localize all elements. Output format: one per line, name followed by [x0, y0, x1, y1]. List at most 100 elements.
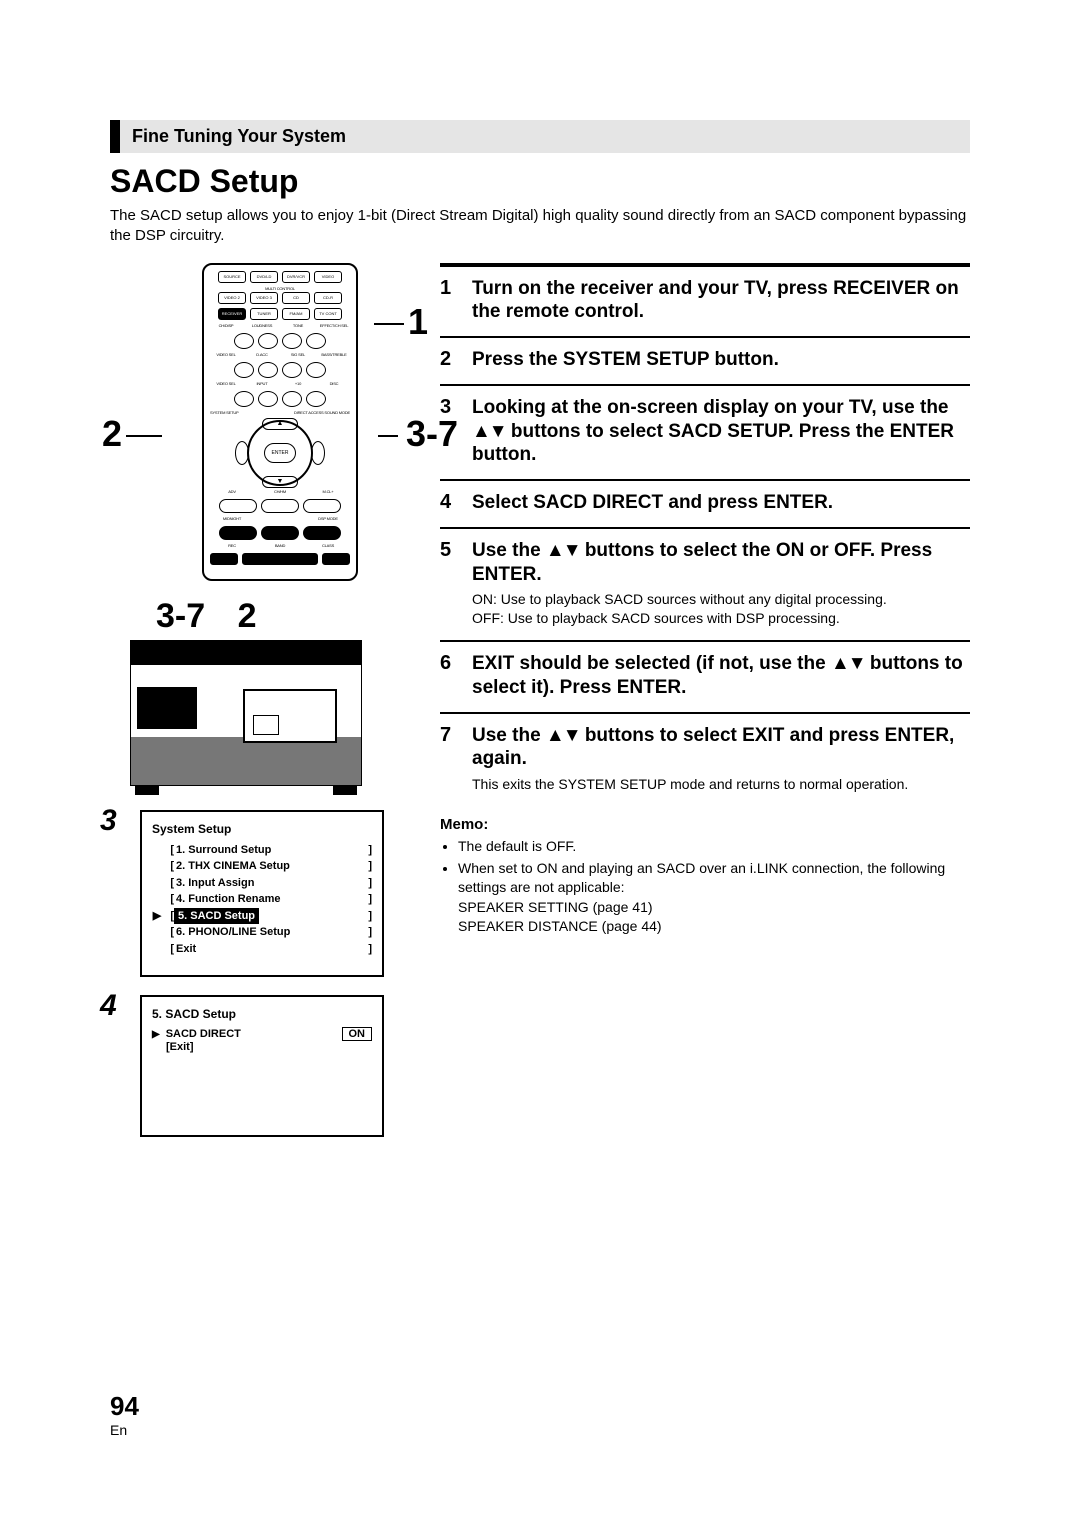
remote-round-button — [258, 391, 278, 407]
remote-sound-mode-button — [311, 441, 325, 465]
step-title: EXIT should be selected (if not, use the… — [472, 652, 970, 700]
remote-key: DVR/VCR — [282, 271, 310, 283]
osd-menu-item: ▶[5. SACD Setup] — [152, 908, 372, 925]
step-title: Select SACD DIRECT and press ENTER. — [472, 491, 970, 515]
remote-round-button — [258, 362, 278, 378]
remote-key: SOURCE — [218, 271, 246, 283]
remote-key: FM/AM — [282, 308, 310, 320]
remote-label: VIDEO SEL — [210, 353, 242, 357]
osd-title: System Setup — [152, 822, 372, 836]
remote-receiver-key: RECEIVER — [218, 308, 246, 320]
remote-label: CH/DISP — [210, 324, 242, 328]
unit-diagram: 3-7 2 — [110, 597, 410, 786]
remote-round-button — [234, 333, 254, 349]
remote-transport-button — [210, 553, 238, 565]
osd-sacd-setup: 4 5. SACD Setup ▶ SACD DIRECT ON [Exit] — [110, 995, 410, 1137]
remote-label: BAND — [258, 544, 302, 548]
remote-label: DIRECT ACCESS SOUND MODE — [282, 411, 350, 415]
step-number: 1 — [440, 277, 456, 325]
remote-down-button: ▼ — [262, 476, 298, 488]
unit-callout-3-7: 3-7 — [156, 597, 205, 635]
step-title: Use the ▲▼ buttons to select EXIT and pr… — [472, 724, 970, 772]
remote-round-button — [258, 333, 278, 349]
remote-key: CD-R — [314, 292, 342, 304]
step-number: 2 — [440, 348, 456, 372]
remote-transport-button — [242, 553, 318, 565]
remote-label: SIG SEL — [282, 353, 314, 357]
step: 4 Select SACD DIRECT and press ENTER. — [440, 479, 970, 527]
remote-round-button — [234, 362, 254, 378]
unit-callout-2: 2 — [238, 597, 257, 635]
remote-key: VIDEO 2 — [218, 292, 246, 304]
remote-label: INPUT — [246, 382, 278, 386]
memo-item: The default is OFF. — [458, 837, 970, 857]
callout-1: 1 — [408, 301, 428, 343]
step: 7 Use the ▲▼ buttons to select EXIT and p… — [440, 712, 970, 806]
memo-item: When set to ON and playing an SACD over … — [458, 859, 970, 937]
remote-round-button — [306, 362, 326, 378]
step-desc: ON: Use to playback SACD sources without… — [472, 590, 970, 628]
memo-list: The default is OFF.When set to ON and pl… — [440, 837, 970, 937]
osd-menu-item: [4. Function Rename] — [152, 891, 372, 908]
remote-oval-button — [303, 526, 341, 540]
step-desc: This exits the SYSTEM SETUP mode and ret… — [472, 775, 970, 794]
remote-round-button — [282, 391, 302, 407]
memo-heading: Memo: — [440, 816, 970, 833]
remote-label: BASS/TREBLE — [318, 353, 350, 357]
step: 1 Turn on the receiver and your TV, press… — [440, 265, 970, 337]
remote-up-button: ▲ — [262, 418, 298, 430]
remote-label: ADV — [210, 490, 254, 494]
intro-text: The SACD setup allows you to enjoy 1-bit… — [110, 206, 970, 247]
remote-transport-button — [322, 553, 350, 565]
step: 3Looking at the on-screen display on you… — [440, 384, 970, 479]
remote-label: +10 — [282, 382, 314, 386]
step: 6 EXIT should be selected (if not, use th… — [440, 640, 970, 712]
remote-enter-button: ENTER — [264, 443, 296, 463]
osd-step-number: 3 — [100, 804, 117, 838]
remote-label: CH/HM — [258, 490, 302, 494]
step: 5 Use the ▲▼ buttons to select the ON or … — [440, 527, 970, 640]
step-number: 5 — [440, 539, 456, 628]
remote-label: SYSTEM SETUP — [210, 411, 278, 415]
remote-label: M.CL+ — [306, 490, 350, 494]
remote-label: CLASS — [306, 544, 350, 548]
step-title: Looking at the on-screen display on your… — [472, 396, 970, 467]
unit-knob — [137, 687, 197, 729]
osd-title: 5. SACD Setup — [152, 1007, 372, 1021]
osd-menu-item: [3. Input Assign] — [152, 875, 372, 892]
step: 2Press the SYSTEM SETUP button. — [440, 336, 970, 384]
osd-menu-item: [1. Surround Setup] — [152, 842, 372, 859]
remote-label: MULTI CONTROL — [210, 287, 350, 291]
step-title: Use the ▲▼ buttons to select the ON or O… — [472, 539, 970, 587]
step-title: Turn on the receiver and your TV, press … — [472, 277, 970, 325]
osd-exit: [Exit] — [166, 1041, 372, 1053]
callout-2: 2 — [102, 413, 122, 455]
remote-label: DSP MODE — [306, 517, 350, 521]
remote-nav-pad: ▲ ▼ ENTER — [237, 420, 323, 486]
remote-oval-button — [261, 526, 299, 540]
breadcrumb: Fine Tuning Your System — [110, 120, 970, 153]
remote-label: D.ACC — [246, 353, 278, 357]
remote-oval-button — [303, 499, 341, 513]
remote-label: VIDEO SEL — [210, 382, 242, 386]
step-number: 7 — [440, 724, 456, 794]
remote-label: TONE — [282, 324, 314, 328]
step-number: 4 — [440, 491, 456, 515]
osd-cursor-icon: ▶ — [152, 1029, 160, 1040]
remote-key: CD — [282, 292, 310, 304]
remote-label: LOUDNESS — [246, 324, 278, 328]
remote-label: MIDNIGHT — [210, 517, 254, 521]
remote-label: REC — [210, 544, 254, 548]
osd-system-setup: 3 System Setup [1. Surround Setup][2. TH… — [110, 810, 410, 978]
remote-round-button — [306, 391, 326, 407]
step-number: 6 — [440, 652, 456, 700]
osd-row-label: SACD DIRECT — [166, 1028, 241, 1040]
remote-key: VIDEO 3 — [250, 292, 278, 304]
remote-key: DVD/LD — [250, 271, 278, 283]
remote-diagram: SOURCE DVD/LD DVR/VCR VIDEO MULTI CONTRO… — [150, 263, 410, 581]
unit-display — [243, 689, 337, 743]
osd-value: ON — [342, 1027, 373, 1041]
remote-label: DISC — [318, 382, 350, 386]
remote-key: VIDEO — [314, 271, 342, 283]
remote-round-button — [234, 391, 254, 407]
